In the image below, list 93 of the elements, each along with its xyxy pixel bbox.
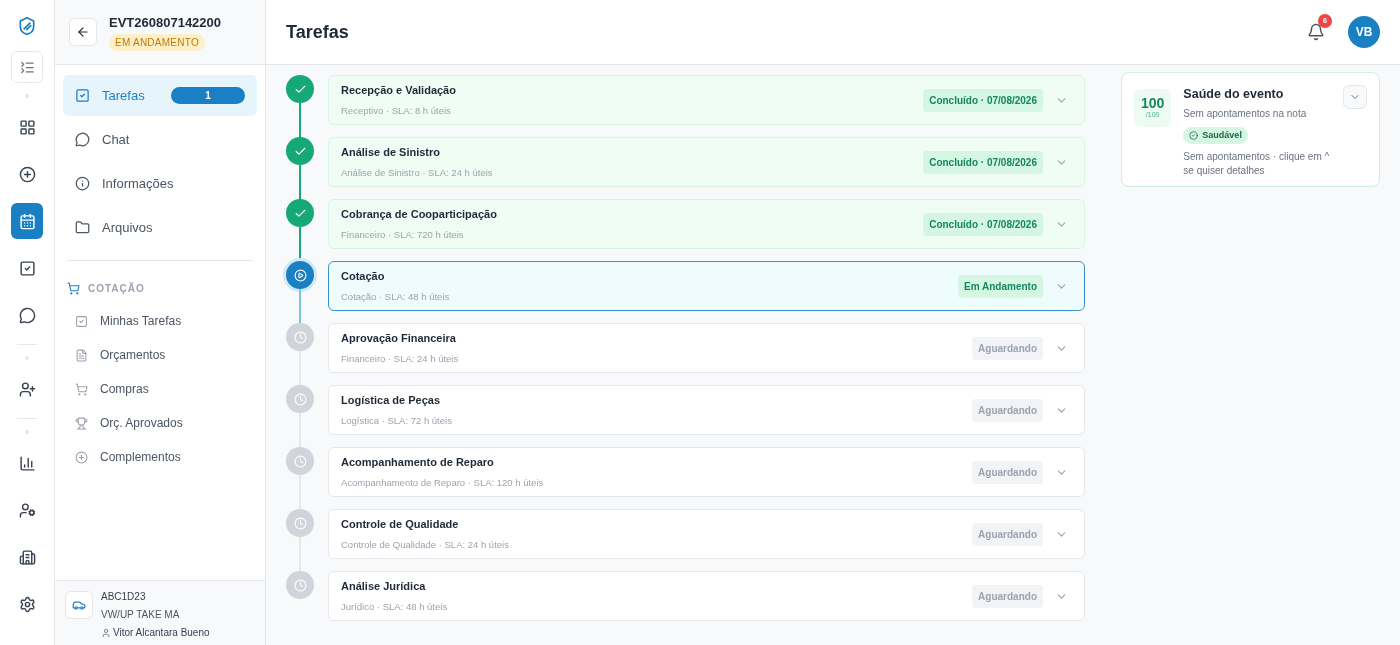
health-title: Saúde do evento [1183,86,1284,103]
folder-icon [75,220,90,235]
task-subtitle: Logística · SLA: 72 h úteis [341,414,453,429]
play-icon [293,268,307,282]
event-code: EVT260807142200 [109,13,222,32]
health-note: Sem apontamentos · clique em ^ se quiser detalhes [1183,150,1331,178]
section-title: COTAÇÃO [88,281,145,296]
plus-circle-icon [75,450,88,464]
document-icon [75,348,88,362]
owner-name: Vitor Alcantara Bueno [113,626,210,640]
task-subtitle: Receptivo · SLA: 8 h úteis [341,104,452,119]
task-card[interactable]: Análise de Sinistro Análise de Sinistro · SLA: 24 h úteis Concluído · 07/08/2026 [328,137,1085,187]
task-card[interactable]: Controle de Qualidade Controle de Qualidade · SLA: 24 h úteis Aguardando [328,509,1085,559]
trophy-icon [75,416,88,430]
status-badge: Aguardando [972,398,1043,422]
status-badge: Concluído · 07/08/2026 [923,150,1043,174]
task-subtitle: Financeiro · SLA: 720 h úteis [341,228,465,243]
event-status: EM ANDAMENTO [109,34,205,52]
task-title: Recepção e Validação [341,82,457,98]
task-title: Análise Jurídica [341,578,427,594]
checkbox-icon [75,88,90,103]
section-item[interactable]: Minhas Tarefas [63,304,257,338]
settings-icon [18,595,36,613]
nav-item[interactable]: Tarefas 1 [63,75,257,116]
plus-circle-icon [18,165,36,183]
vehicle-model: VW/UP TAKE MA [101,608,181,622]
section-item[interactable]: Orçamentos [63,338,257,372]
expand-button[interactable] [1343,85,1367,109]
clock-icon [293,392,307,406]
collapse-icon [19,59,35,75]
person-icon [101,627,111,638]
grid-icon [18,118,36,136]
task-subtitle: Financeiro · SLA: 24 h úteis [341,352,460,367]
vehicle-plate: ABC1D23 [101,590,147,604]
clock-icon [293,578,307,592]
building-icon [18,548,36,566]
task-card[interactable]: Aprovação Financeira Financeiro · SLA: 24 h úteis Aguardando [328,323,1085,373]
task-subtitle: Acompanhamento de Reparo · SLA: 120 h úteis [341,476,545,491]
task-title: Acompanhamento de Reparo [341,454,495,470]
count-badge: 1 [171,87,245,104]
task-card[interactable]: Cobrança de Cooparticipação Financeiro · SLA: 720 h úteis Concluído · 07/08/2026 [328,199,1085,249]
status-badge: Concluído · 07/08/2026 [923,88,1043,112]
section-item[interactable]: Complementos [63,440,257,474]
task-title: Cotação [341,268,386,284]
cart-icon [75,382,88,396]
bell-icon [1307,23,1325,41]
task-subtitle: Cotação · SLA: 48 h úteis [341,290,451,305]
notifications-button[interactable]: 6 [1300,16,1332,48]
task-card[interactable]: Recepção e Validação Receptivo · SLA: 8 h úteis Concluído · 07/08/2026 [328,75,1085,125]
chat-icon [75,132,90,147]
page-title: Tarefas [286,20,350,44]
calendar-icon [18,212,36,230]
task-subtitle: Controle de Qualidade · SLA: 24 h úteis [341,538,510,553]
task-card[interactable]: Acompanhamento de Reparo Acompanhamento de Reparo · SLA: 120 h úteis Aguardando [328,447,1085,497]
clock-icon [293,454,307,468]
status-badge: Aguardando [972,584,1043,608]
status-badge: Aguardando [972,522,1043,546]
logo-icon [17,16,37,36]
nav-item[interactable]: Chat [63,119,257,160]
status-badge: Aguardando [972,460,1043,484]
car-icon [72,598,86,612]
task-title: Cobrança de Cooparticipação [341,206,498,222]
chat-icon [18,306,36,324]
task-title: Controle de Qualidade [341,516,460,532]
task-title: Logística de Peças [341,392,442,408]
nav-item[interactable]: Arquivos [63,207,257,248]
clock-icon [293,330,307,344]
status-badge: Concluído · 07/08/2026 [923,212,1043,236]
notification-count: 6 [1318,14,1332,28]
back-button[interactable] [69,18,97,46]
task-title: Análise de Sinistro [341,144,442,160]
section-item[interactable]: Compras [63,372,257,406]
user-avatar: VB [1348,16,1380,48]
cart-icon [67,282,80,295]
health-subtitle: Sem apontamentos na nota [1183,106,1307,121]
task-title: Aprovação Financeira [341,330,457,346]
nav-item[interactable]: Informações [63,163,257,204]
section-item[interactable]: Orç. Aprovados [63,406,257,440]
task-subtitle: Jurídico · SLA: 48 h úteis [341,600,449,615]
task-card[interactable]: Logística de Peças Logística · SLA: 72 h úteis Aguardando [328,385,1085,435]
bar-chart-icon [18,454,36,472]
checkbox-icon [18,259,36,277]
status-badge: Em Andamento [958,274,1043,298]
clock-icon [293,516,307,530]
task-subtitle: Análise de Sinistro · SLA: 24 h úteis [341,166,494,181]
health-badge: Saudável [1183,126,1248,145]
status-badge: Aguardando [972,336,1043,360]
collapse-button[interactable] [11,51,43,83]
info-icon [75,176,90,191]
task-card[interactable]: Cotação Cotação · SLA: 48 h úteis Em Andamento [328,261,1085,311]
checkbox-icon [75,314,88,328]
task-card[interactable]: Análise Jurídica Jurídico · SLA: 48 h úteis Aguardando [328,571,1085,621]
user-gear-icon [18,501,36,519]
